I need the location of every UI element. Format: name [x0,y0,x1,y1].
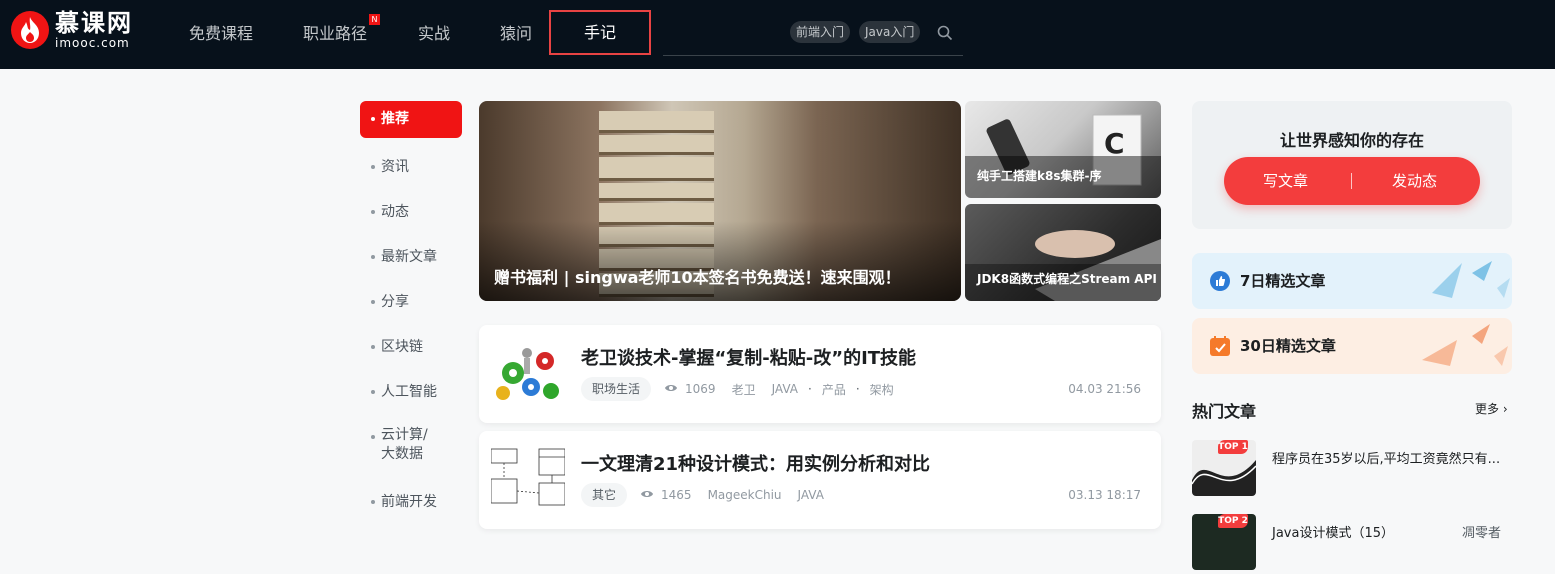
nav-articles[interactable]: 手记 [549,10,651,55]
bullet-icon [371,165,375,169]
sidebar-item-frontend[interactable]: 前端开发 [360,491,462,511]
pick-7-day-label: 7日精选文章 [1240,272,1326,290]
sidebar-item-recommend[interactable]: 推荐 [360,101,462,138]
pick-30-day-label: 30日精选文章 [1240,337,1336,355]
banner-main[interactable]: 赠书福利 | singwa老师10本签名书免费送！速来围观！ [479,101,961,301]
hot-article-title[interactable]: 程序员在35岁以后,平均工资竟然只有... [1272,448,1500,467]
article-card[interactable]: 老卫谈技术-掌握“复制-粘贴-改”的IT技能 职场生活 1069 老卫 JAVA… [479,325,1161,423]
uml-diagram-thumbnail [491,448,565,506]
bullet-icon [371,345,375,349]
sidebar-item-ai[interactable]: 人工智能 [360,381,462,401]
banner-main-title: 赠书福利 | singwa老师10本签名书免费送！速来围观！ [494,268,901,287]
sidebar-item-label: 前端开发 [381,494,437,510]
nav-career-path[interactable]: 职业路径 [303,0,367,69]
sidebar-item-label: 推荐 [381,111,409,127]
post-status-button[interactable]: 发动态 [1392,157,1437,205]
logo-text: 慕课网 [55,9,133,37]
search-bar[interactable]: 前端入门 Java入门 [663,13,963,56]
bullet-icon [371,300,375,304]
site-logo[interactable]: 慕课网 imooc.com [11,11,133,49]
sidebar-item-label: 最新文章 [381,249,437,265]
search-tag-frontend[interactable]: 前端入门 [790,21,851,43]
divider [1351,173,1352,189]
gears-thumbnail [496,348,559,400]
write-panel: 让世界感知你的存在 写文章 发动态 [1192,101,1512,229]
view-count: 1069 [685,382,716,396]
article-card[interactable]: 一文理清21种设计模式：用实例分析和对比 其它 1465 MageekChiu … [479,431,1161,529]
sidebar-item-news[interactable]: 资讯 [360,156,462,176]
sidebar-item-blockchain[interactable]: 区块链 [360,336,462,356]
eye-icon [665,382,678,396]
sidebar-item-label: 人工智能 [381,384,437,400]
article-title[interactable]: 一文理清21种设计模式：用实例分析和对比 [581,450,930,476]
bullet-icon [371,210,375,214]
calendar-icon [1210,336,1230,356]
banner-k8s[interactable]: C 纯手工搭建k8s集群-序 [965,101,1161,198]
sidebar-item-label: 分享 [381,294,409,310]
hot-article-item[interactable]: TOP 1 程序员在35岁以后,平均工资竟然只有... [1192,440,1512,500]
bullet-icon [371,390,375,394]
article-author[interactable]: MageekChiu [708,488,782,502]
rank-badge: TOP 1 [1218,440,1248,454]
separator-dot: · [808,382,812,396]
nav-practice[interactable]: 实战 [418,0,450,69]
top-header: 慕课网 imooc.com 免费课程 职业路径 N 实战 猿问 手记 前端入门 … [0,0,1555,69]
more-link[interactable]: 更多 › [1475,400,1508,417]
paper-planes-decoration [1422,324,1508,366]
hot-article-item[interactable]: TOP 2 Java设计模式（15） 凋零者 [1192,514,1512,574]
nav-qa[interactable]: 猿问 [500,0,532,69]
sidebar-item-label: 区块链 [381,339,423,355]
more-label: 更多 [1475,402,1500,416]
thumbs-up-icon [1210,271,1230,291]
sidebar-item-label: 资讯 [381,159,409,175]
nav-new-badge: N [369,14,380,25]
pick-30-day[interactable]: 30日精选文章 [1192,318,1512,374]
paper-planes-decoration [1432,261,1510,298]
sidebar-item-latest[interactable]: 最新文章 [360,246,462,266]
bullet-icon [371,435,375,439]
logo-flame-icon [11,11,49,49]
sidebar-item-share[interactable]: 分享 [360,291,462,311]
article-title[interactable]: 老卫谈技术-掌握“复制-粘贴-改”的IT技能 [581,344,916,370]
write-slogan: 让世界感知你的存在 [1279,131,1424,150]
banner-jdk8-title: JDK8函数式编程之Stream API [977,272,1157,286]
article-category[interactable]: JAVA [798,488,824,502]
article-category[interactable]: JAVA [772,382,798,396]
separator-dot: · [855,382,860,396]
sidebar-item-label: 动态 [381,204,409,220]
bullet-icon [371,117,375,121]
banner-jdk8[interactable]: JDK8函数式编程之Stream API [965,204,1161,301]
rank-badge: TOP 2 [1218,514,1248,528]
article-author[interactable]: 老卫 [732,381,756,398]
article-category[interactable]: 产品 [822,381,846,398]
sidebar-item-label: 云计算/大数据 [381,427,428,462]
bullet-icon [371,255,375,259]
article-date: 04.03 21:56 [1068,382,1141,396]
write-actions: 写文章 发动态 [1224,157,1480,205]
hot-articles-heading: 热门文章 [1192,402,1257,421]
svg-text:C: C [1104,127,1125,160]
sidebar-item-activity[interactable]: 动态 [360,201,462,221]
chevron-right-icon: › [1502,402,1508,416]
banner-k8s-title: 纯手工搭建k8s集群-序 [977,169,1102,183]
article-date: 03.13 18:17 [1068,488,1141,502]
article-category[interactable]: 架构 [870,381,894,398]
view-count: 1465 [661,488,692,502]
pick-7-day[interactable]: 7日精选文章 [1192,253,1512,309]
bullet-icon [371,500,375,504]
nav-free-courses[interactable]: 免费课程 [189,0,253,69]
sidebar-item-cloud[interactable]: 云计算/大数据 [360,426,440,464]
write-article-button[interactable]: 写文章 [1263,157,1308,205]
search-tag-java[interactable]: Java入门 [859,21,921,43]
logo-domain: imooc.com [55,36,130,50]
article-tag[interactable]: 职场生活 [581,377,652,401]
search-icon[interactable] [937,25,953,45]
eye-icon [641,488,654,502]
article-tag[interactable]: 其它 [581,483,628,507]
